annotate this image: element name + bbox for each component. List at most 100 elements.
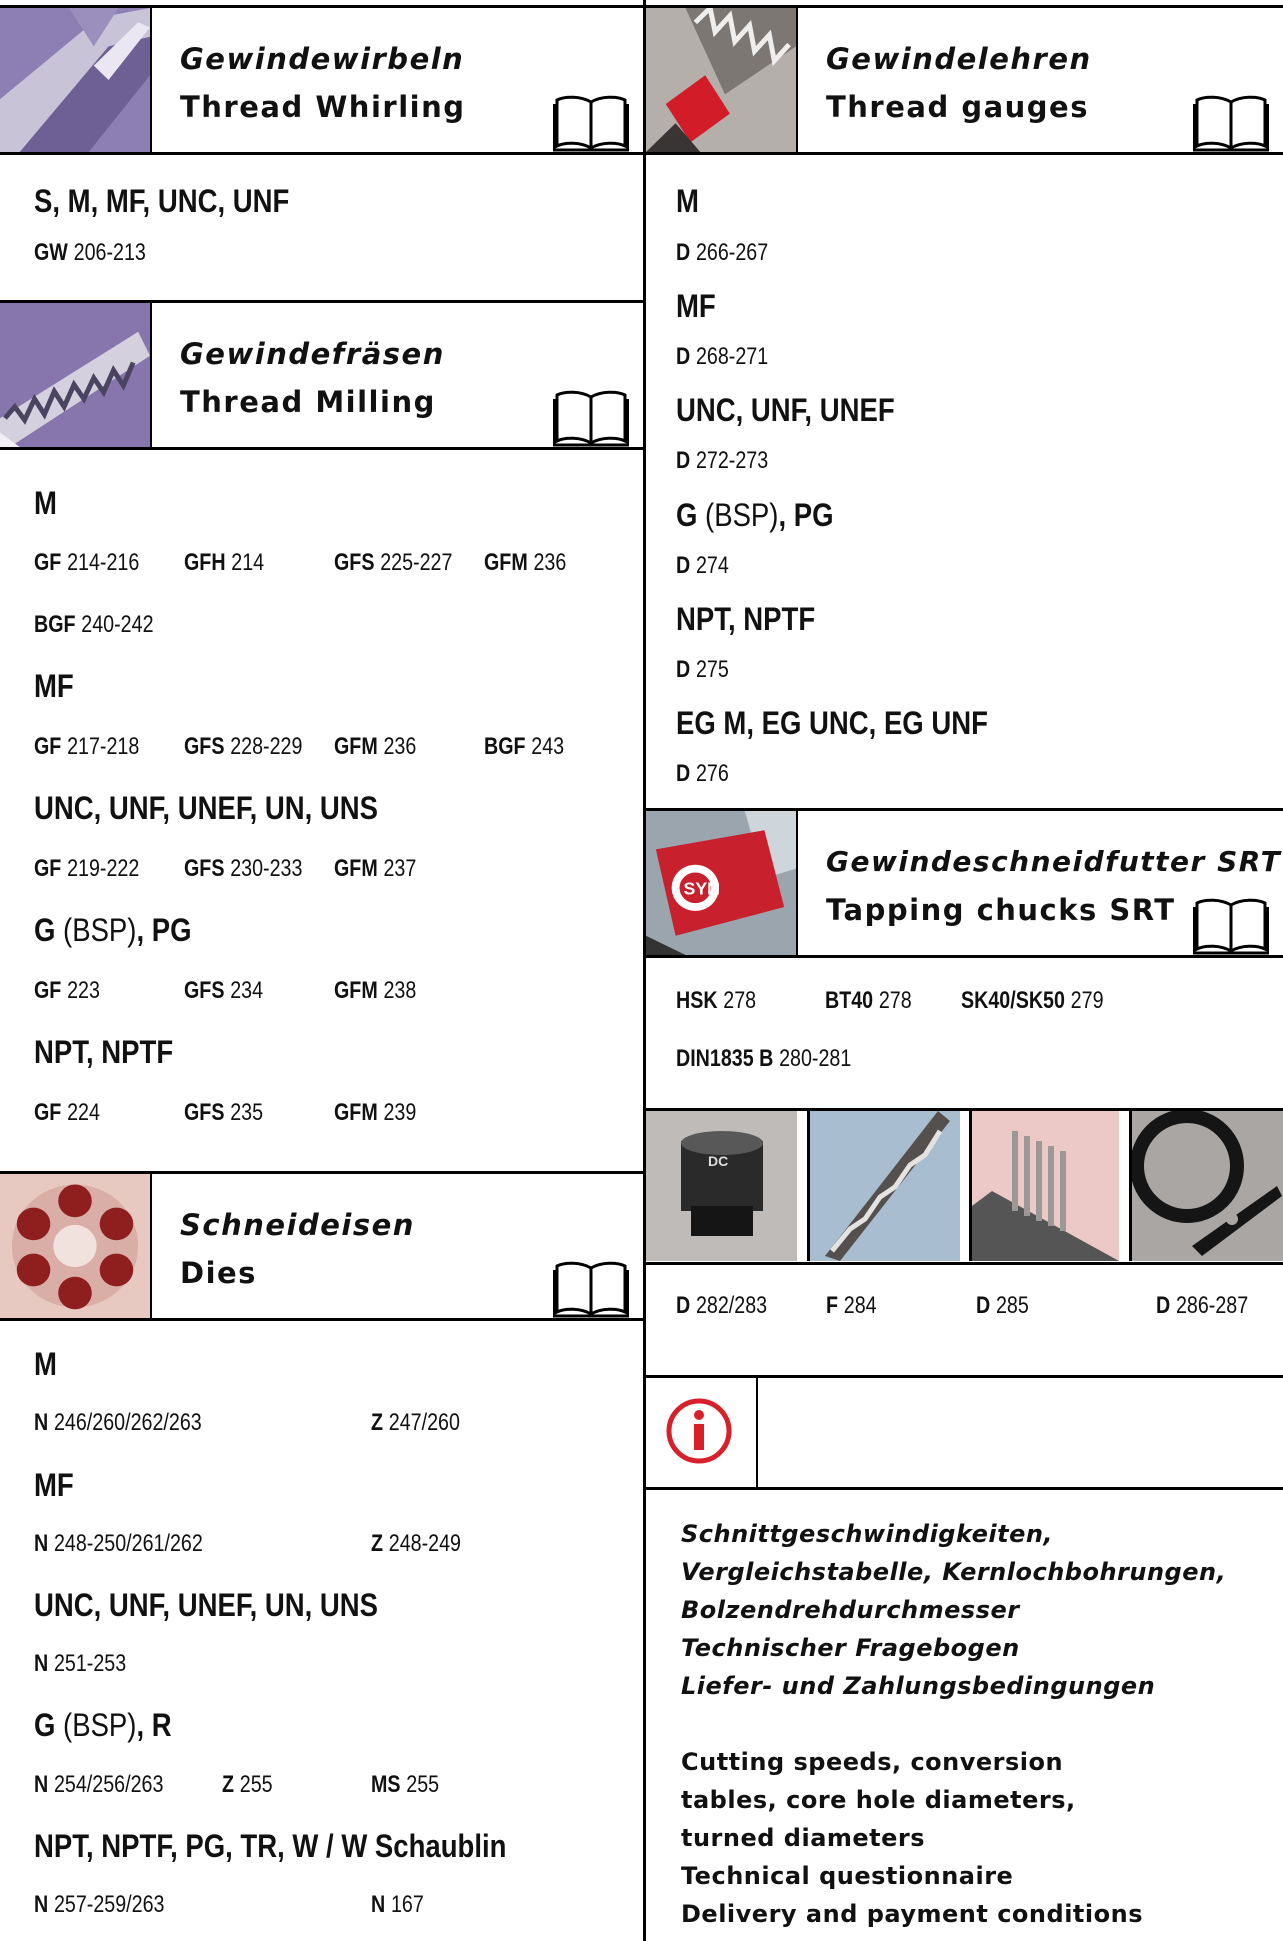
page-reference[interactable]: SK40/SK50 279 — [961, 987, 1104, 1015]
collet-label: DC — [708, 1153, 728, 1169]
section-title-en: Thread Whirling — [180, 90, 466, 124]
page-reference[interactable]: F 284 — [826, 1292, 877, 1320]
page-reference[interactable]: N 257-259/263 — [34, 1891, 164, 1919]
page-reference[interactable]: HSK 278 — [676, 987, 756, 1015]
page-reference[interactable]: GF 219-222 — [34, 855, 139, 883]
info-text-de: Schnittgeschwindigkeiten, — [681, 1520, 1054, 1548]
thread-heading: G (BSP), PG — [34, 912, 192, 948]
page-reference[interactable]: N 251-253 — [34, 1650, 126, 1678]
thread-heading: UNC, UNF, UNEF — [676, 392, 895, 428]
info-text-en: turned diameters — [681, 1824, 926, 1852]
page-reference[interactable]: GF 223 — [34, 977, 100, 1005]
info-text-en: tables, core hole diameters, — [681, 1786, 1076, 1814]
page-reference[interactable]: D 268-271 — [676, 343, 768, 371]
page-reference[interactable]: D 272-273 — [676, 447, 768, 475]
page-reference[interactable]: D 286-287 — [1156, 1292, 1248, 1320]
page-reference[interactable]: N 167 — [371, 1891, 424, 1919]
page-reference[interactable]: GFS 225-227 — [334, 549, 452, 577]
page-reference[interactable]: D 285 — [976, 1292, 1029, 1320]
thread-heading: NPT, NPTF — [34, 1034, 174, 1070]
info-text-de: Technischer Fragebogen — [681, 1634, 1020, 1662]
page-reference[interactable]: GFS 230-233 — [184, 855, 302, 883]
page-reference[interactable]: GFM 236 — [334, 733, 416, 761]
accessory-photo-taps[interactable] — [969, 1111, 1119, 1261]
chucks-image: SYN — [646, 811, 798, 955]
thread-heading: MF — [34, 1467, 74, 1503]
page-reference[interactable]: Z 248-249 — [371, 1530, 461, 1558]
section-header-dies[interactable]: Schneideisen Dies — [0, 1171, 643, 1321]
page-reference[interactable]: D 276 — [676, 760, 729, 788]
page-reference[interactable]: MS 255 — [371, 1771, 439, 1799]
page-reference[interactable]: BT40 278 — [825, 987, 912, 1015]
page-reference[interactable]: GFM 238 — [334, 977, 416, 1005]
section-title-de: Gewindefräsen — [180, 337, 445, 371]
book-icon[interactable] — [552, 94, 630, 152]
page-reference[interactable]: BGF 243 — [484, 733, 564, 761]
page-reference[interactable]: GFM 237 — [334, 855, 416, 883]
page-reference[interactable]: GF 217-218 — [34, 733, 139, 761]
left-column: Gewindewirbeln Thread Whirling S, M, MF,… — [0, 0, 646, 1941]
section-header-milling[interactable]: Gewindefräsen Thread Milling — [0, 300, 643, 450]
page-reference[interactable]: Z 247/260 — [371, 1409, 460, 1437]
accessory-photo-drill[interactable] — [807, 1111, 960, 1261]
section-title-de: Gewindelehren — [826, 42, 1092, 76]
page-reference[interactable]: GFM 239 — [334, 1099, 416, 1127]
page-reference[interactable]: GFS 235 — [184, 1099, 263, 1127]
info-box — [646, 1375, 1283, 1490]
page-reference[interactable]: Z 255 — [222, 1771, 273, 1799]
thread-heading: NPT, NPTF — [676, 601, 816, 637]
section-title-en: Thread Milling — [180, 385, 436, 419]
book-icon[interactable] — [552, 389, 630, 447]
info-text-de: Vergleichstabelle, Kernlochbohrungen, — [681, 1558, 1227, 1586]
info-text-en: Technical questionnaire — [681, 1862, 1014, 1890]
right-column: Gewindelehren Thread gauges M D 266-267 M… — [646, 0, 1283, 1941]
page-reference[interactable]: GFS 228-229 — [184, 733, 302, 761]
info-text-de: Liefer- und Zahlungsbedingungen — [681, 1672, 1156, 1700]
section-title-de: Gewindewirbeln — [180, 42, 465, 76]
thread-heading: M — [676, 183, 699, 219]
info-icon[interactable] — [646, 1378, 758, 1487]
milling-image — [0, 303, 152, 447]
page-reference[interactable]: DIN1835 B 280-281 — [676, 1045, 851, 1073]
thread-heading: UNC, UNF, UNEF, UN, UNS — [34, 1587, 379, 1623]
thread-heading: G (BSP), PG — [676, 497, 834, 533]
divider — [646, 1262, 1283, 1265]
book-icon[interactable] — [552, 1260, 630, 1318]
section-header-whirling[interactable]: Gewindewirbeln Thread Whirling — [0, 5, 643, 155]
thread-heading: NPT, NPTF, PG, TR, W / W Schaublin — [34, 1828, 507, 1864]
page-reference[interactable]: D 275 — [676, 656, 729, 684]
thread-heading: MF — [676, 288, 716, 324]
page-reference[interactable]: GW 206-213 — [34, 239, 146, 267]
thread-heading: G (BSP), R — [34, 1707, 172, 1743]
page-reference[interactable]: GFH 214 — [184, 549, 264, 577]
page-reference[interactable]: N 246/260/262/263 — [34, 1409, 202, 1437]
section-title-en: Tapping chucks SRT — [826, 893, 1176, 927]
page-reference[interactable]: N 248-250/261/262 — [34, 1530, 203, 1558]
page-reference[interactable]: GFM 236 — [484, 549, 566, 577]
section-title-de: Gewindeschneidfutter SRT — [826, 845, 1282, 878]
accessory-photo-collet[interactable]: DC — [646, 1111, 797, 1261]
chuck-logo-text: SYN — [684, 879, 721, 899]
whirling-image — [0, 8, 152, 152]
page-reference[interactable]: GF 214-216 — [34, 549, 139, 577]
thread-heading: S, M, MF, UNC, UNF — [34, 183, 290, 219]
page-reference[interactable]: GF 224 — [34, 1099, 100, 1127]
section-title-de: Schneideisen — [180, 1208, 415, 1242]
info-text-en: Cutting speeds, conversion — [681, 1748, 1064, 1776]
section-title-en: Dies — [180, 1256, 257, 1290]
info-text-en: Delivery and payment conditions — [681, 1900, 1143, 1928]
page-reference[interactable]: D 266-267 — [676, 239, 768, 267]
page-reference[interactable]: BGF 240-242 — [34, 611, 154, 639]
thread-heading: M — [34, 1346, 57, 1382]
section-header-chucks[interactable]: SYN Gewindeschneidfutter SRT Tapping chu… — [646, 808, 1283, 958]
book-icon[interactable] — [1192, 897, 1270, 955]
page-reference[interactable]: GFS 234 — [184, 977, 263, 1005]
accessory-photo-wrench[interactable] — [1129, 1111, 1283, 1261]
dies-image — [0, 1174, 152, 1318]
section-title-en: Thread gauges — [826, 90, 1089, 124]
page-reference[interactable]: D 282/283 — [676, 1292, 767, 1320]
section-header-gauges[interactable]: Gewindelehren Thread gauges — [646, 5, 1283, 155]
page-reference[interactable]: N 254/256/263 — [34, 1771, 163, 1799]
book-icon[interactable] — [1192, 94, 1270, 152]
page-reference[interactable]: D 274 — [676, 552, 729, 580]
